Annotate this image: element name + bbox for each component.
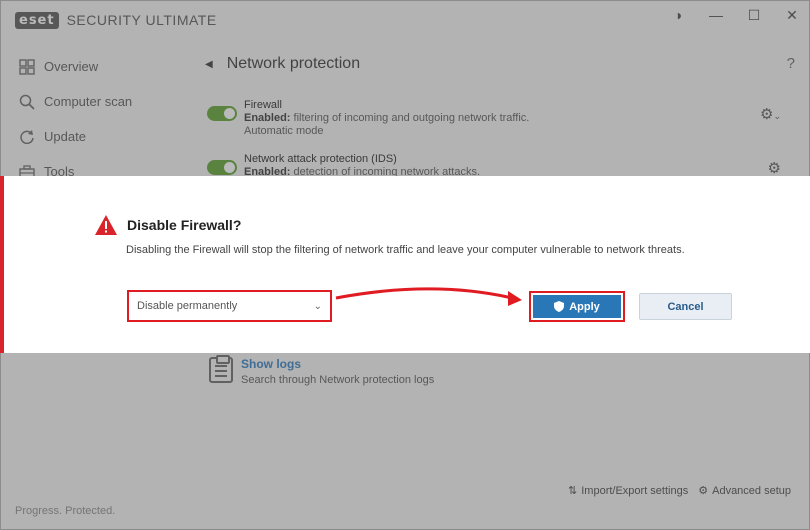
annotation-arrow — [335, 287, 522, 306]
